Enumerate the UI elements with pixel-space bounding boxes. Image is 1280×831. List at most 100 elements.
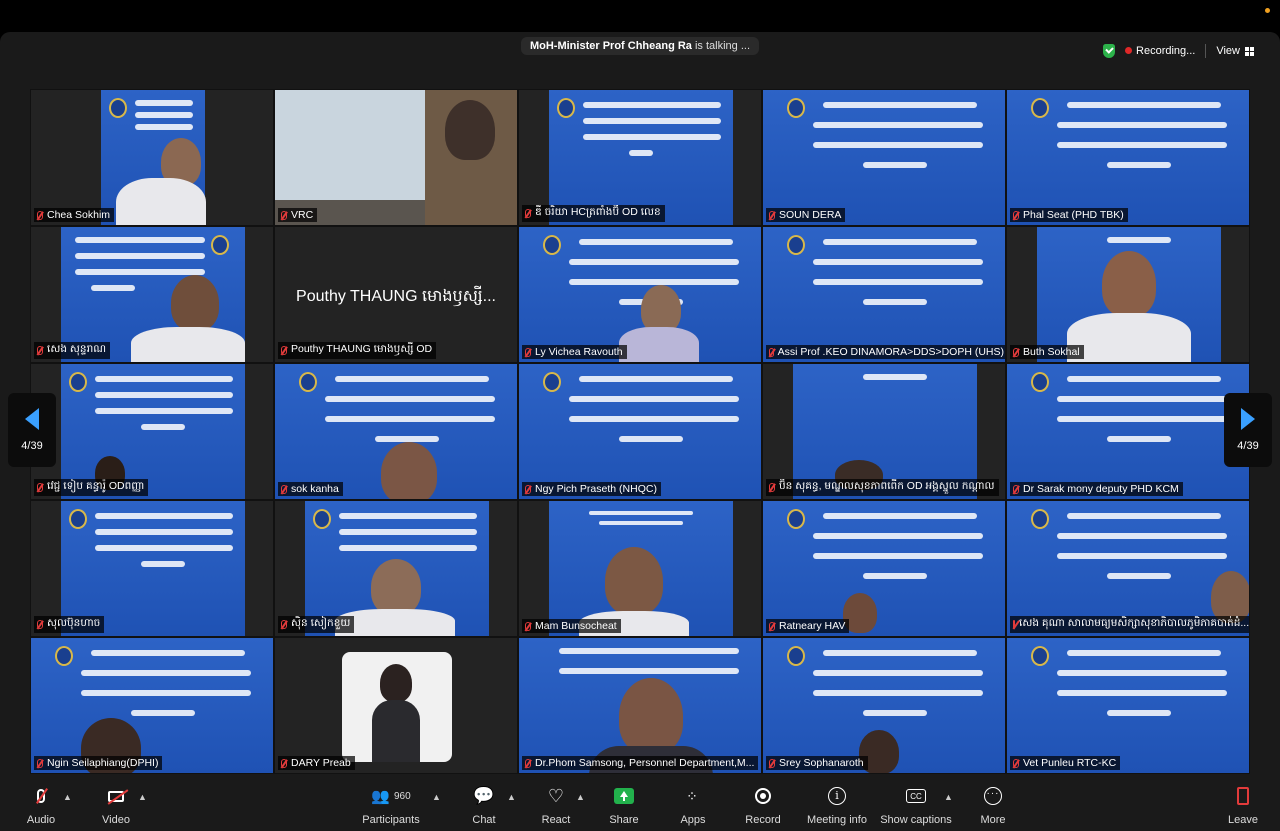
apps-icon: ⁘ (686, 787, 700, 804)
muted-mic-icon (281, 346, 287, 355)
participant-name: Buth Sokhal (1023, 346, 1080, 358)
video-tile[interactable]: Phal Seat (PHD TBK) (1006, 89, 1250, 226)
meeting-info-button[interactable]: i Meeting info (804, 774, 870, 831)
participants-options-chevron-icon[interactable]: ▲ (432, 792, 441, 802)
share-icon-wrap (614, 784, 634, 808)
recording-dot-icon (1125, 47, 1133, 54)
video-tile[interactable]: ប៊ិន សុគន្ធ, មណ្ឌលសុខភាពពើក OD អង្គស្នួល… (762, 363, 1006, 500)
video-tile[interactable]: Ngy Pich Praseth (NHQC) (518, 363, 762, 500)
heart-icon: ♡ (547, 785, 565, 806)
react-options-chevron-icon[interactable]: ▲ (576, 792, 585, 802)
apps-label: Apps (680, 814, 706, 826)
muted-mic-icon (1013, 758, 1019, 768)
more-dots-icon: ··· (984, 787, 1002, 805)
apps-button[interactable]: ⁘ Apps (678, 774, 708, 831)
record-icon-wrap (755, 784, 771, 808)
participants-button[interactable]: 👥 960 Participants (358, 774, 424, 831)
video-tile[interactable]: ឌី ចរិយា HCត្រពាំងប៊ី OD លេខ (518, 89, 762, 226)
participant-name: សេង គុណា សាលាមធ្យមសិក្សាសុខាភិបាលភូមិភាគ… (1019, 617, 1250, 629)
audio-options-chevron-icon[interactable]: ▲ (63, 792, 72, 802)
video-tile[interactable]: Srey Sophanaroth (762, 637, 1006, 774)
next-page-button[interactable]: 4/39 (1224, 393, 1272, 467)
participant-name: ប៊ិន សុគន្ធ, មណ្ឌលសុខភាពពើក OD អង្គស្នួល… (779, 480, 995, 492)
video-tile[interactable]: Ratneary HAV (762, 500, 1006, 637)
video-tile[interactable]: sok kanha (274, 363, 518, 500)
captions-options-chevron-icon[interactable]: ▲ (944, 792, 953, 802)
chat-options-chevron-icon[interactable]: ▲ (507, 792, 516, 802)
video-off-icon (107, 784, 129, 808)
share-button[interactable]: Share (608, 774, 640, 831)
gallery-grid: Chea Sokhim VRC ឌី ចរិយា HCត្រពាំងប៊ី OD… (30, 89, 1250, 774)
tile-name-label: Ly Vichea Ravouth (522, 345, 627, 359)
video-button[interactable]: Video (98, 774, 134, 831)
video-tile[interactable]: ស៊ិន សៀកខួយ (274, 500, 518, 637)
participant-name: វេជ្ជ ទៀប គន្ធារ៉ូ ODពញ្ញា (47, 480, 145, 492)
video-tile[interactable]: Mam Bunsocheat (518, 500, 762, 637)
video-tile[interactable]: សេង គុណា សាលាមធ្យមសិក្សាសុខាភិបាលភូមិភាគ… (1006, 500, 1250, 637)
video-tile[interactable]: Dr.Phom Samsong, Personnel Department,M.… (518, 637, 762, 774)
muted-mic-icon (1013, 210, 1019, 220)
participant-name: Ngy Pich Praseth (NHQC) (535, 483, 657, 495)
tile-name-label: Buth Sokhal (1010, 345, 1084, 359)
record-icon (755, 788, 771, 804)
video-tile[interactable]: DARY Preab (274, 637, 518, 774)
video-tile[interactable]: Chea Sokhim (30, 89, 274, 226)
tile-name-label: SOUN DERA (766, 208, 846, 222)
participants-label: Participants (362, 814, 420, 826)
video-tile[interactable]: វេជ្ជ ទៀប គន្ធារ៉ូ ODពញ្ញា (30, 363, 274, 500)
tile-name-label: Ngy Pich Praseth (NHQC) (522, 482, 661, 496)
video-tile[interactable]: SOUN DERA (762, 89, 1006, 226)
view-button[interactable]: View (1216, 45, 1254, 57)
more-button[interactable]: ··· More (978, 774, 1008, 831)
muted-mic-icon (1013, 620, 1015, 629)
show-captions-button[interactable]: CC Show captions (880, 774, 952, 831)
muted-mic-icon (525, 209, 531, 218)
audio-button[interactable]: Audio (22, 774, 60, 831)
video-tile[interactable]: Pouthy THAUNG មោងឫស្សី... Pouthy THAUNG … (274, 226, 518, 363)
react-button[interactable]: ♡ React (540, 774, 572, 831)
top-right-controls: Recording... View (1103, 44, 1254, 58)
captions-icon-wrap: CC (906, 784, 926, 808)
participant-name: SOUN DERA (779, 209, 842, 221)
leave-label: Leave (1228, 814, 1258, 826)
participant-name: Dr.Phom Samsong, Personnel Department,M.… (535, 757, 755, 769)
video-tile[interactable]: Assi Prof .KEO DINAMORA>DDS>DOPH (UHS) (762, 226, 1006, 363)
arrow-left-icon (25, 408, 39, 430)
participant-name: Vet Punleu RTC-KC (1023, 757, 1117, 769)
previous-page-button[interactable]: 4/39 (8, 393, 56, 467)
participant-name: ស៊ិន សៀកខួយ (291, 617, 351, 629)
chat-button[interactable]: 💬 Chat (470, 774, 498, 831)
chat-bubble-icon: 💬 (473, 786, 495, 805)
video-tile[interactable]: Ly Vichea Ravouth (518, 226, 762, 363)
more-label: More (980, 814, 1006, 826)
chat-label: Chat (472, 814, 496, 826)
recording-indicator[interactable]: Recording... (1125, 45, 1195, 57)
leave-button[interactable]: Leave (1226, 774, 1260, 831)
record-button[interactable]: Record (744, 774, 782, 831)
muted-mic-icon (37, 620, 43, 629)
video-tile[interactable]: Dr Sarak mony deputy PHD KCM (1006, 363, 1250, 500)
video-tile[interactable]: Ngin Seilaphiang(DPHI) (30, 637, 274, 774)
participant-name: Ngin Seilaphiang(DPHI) (47, 757, 159, 769)
tile-name-label: sok kanha (278, 482, 343, 496)
muted-mic-icon (769, 483, 775, 492)
muted-mic-icon (37, 483, 43, 492)
video-tile[interactable]: VRC (274, 89, 518, 226)
participants-icon: 👥 (371, 788, 390, 805)
participant-name: Assi Prof .KEO DINAMORA>DDS>DOPH (UHS) (777, 346, 1004, 358)
participants-group: 👥 960 (371, 784, 410, 808)
participant-name: Ratneary HAV (779, 620, 846, 632)
video-tile[interactable]: សុលប៊ុនហាច (30, 500, 274, 637)
react-label: React (541, 814, 571, 826)
video-tile[interactable]: Vet Punleu RTC-KC (1006, 637, 1250, 774)
profile-photo (342, 652, 452, 762)
video-options-chevron-icon[interactable]: ▲ (138, 792, 147, 802)
video-tile[interactable]: Buth Sokhal (1006, 226, 1250, 363)
tile-name-label: VRC (278, 208, 318, 222)
muted-mic-icon (1013, 347, 1019, 357)
video-tile[interactable]: សេង សុន្ទរាណ (30, 226, 274, 363)
muted-mic-icon (281, 484, 287, 494)
muted-mic-icon (281, 210, 287, 220)
closed-captions-icon: CC (906, 789, 926, 803)
encryption-shield-icon[interactable] (1103, 44, 1116, 58)
